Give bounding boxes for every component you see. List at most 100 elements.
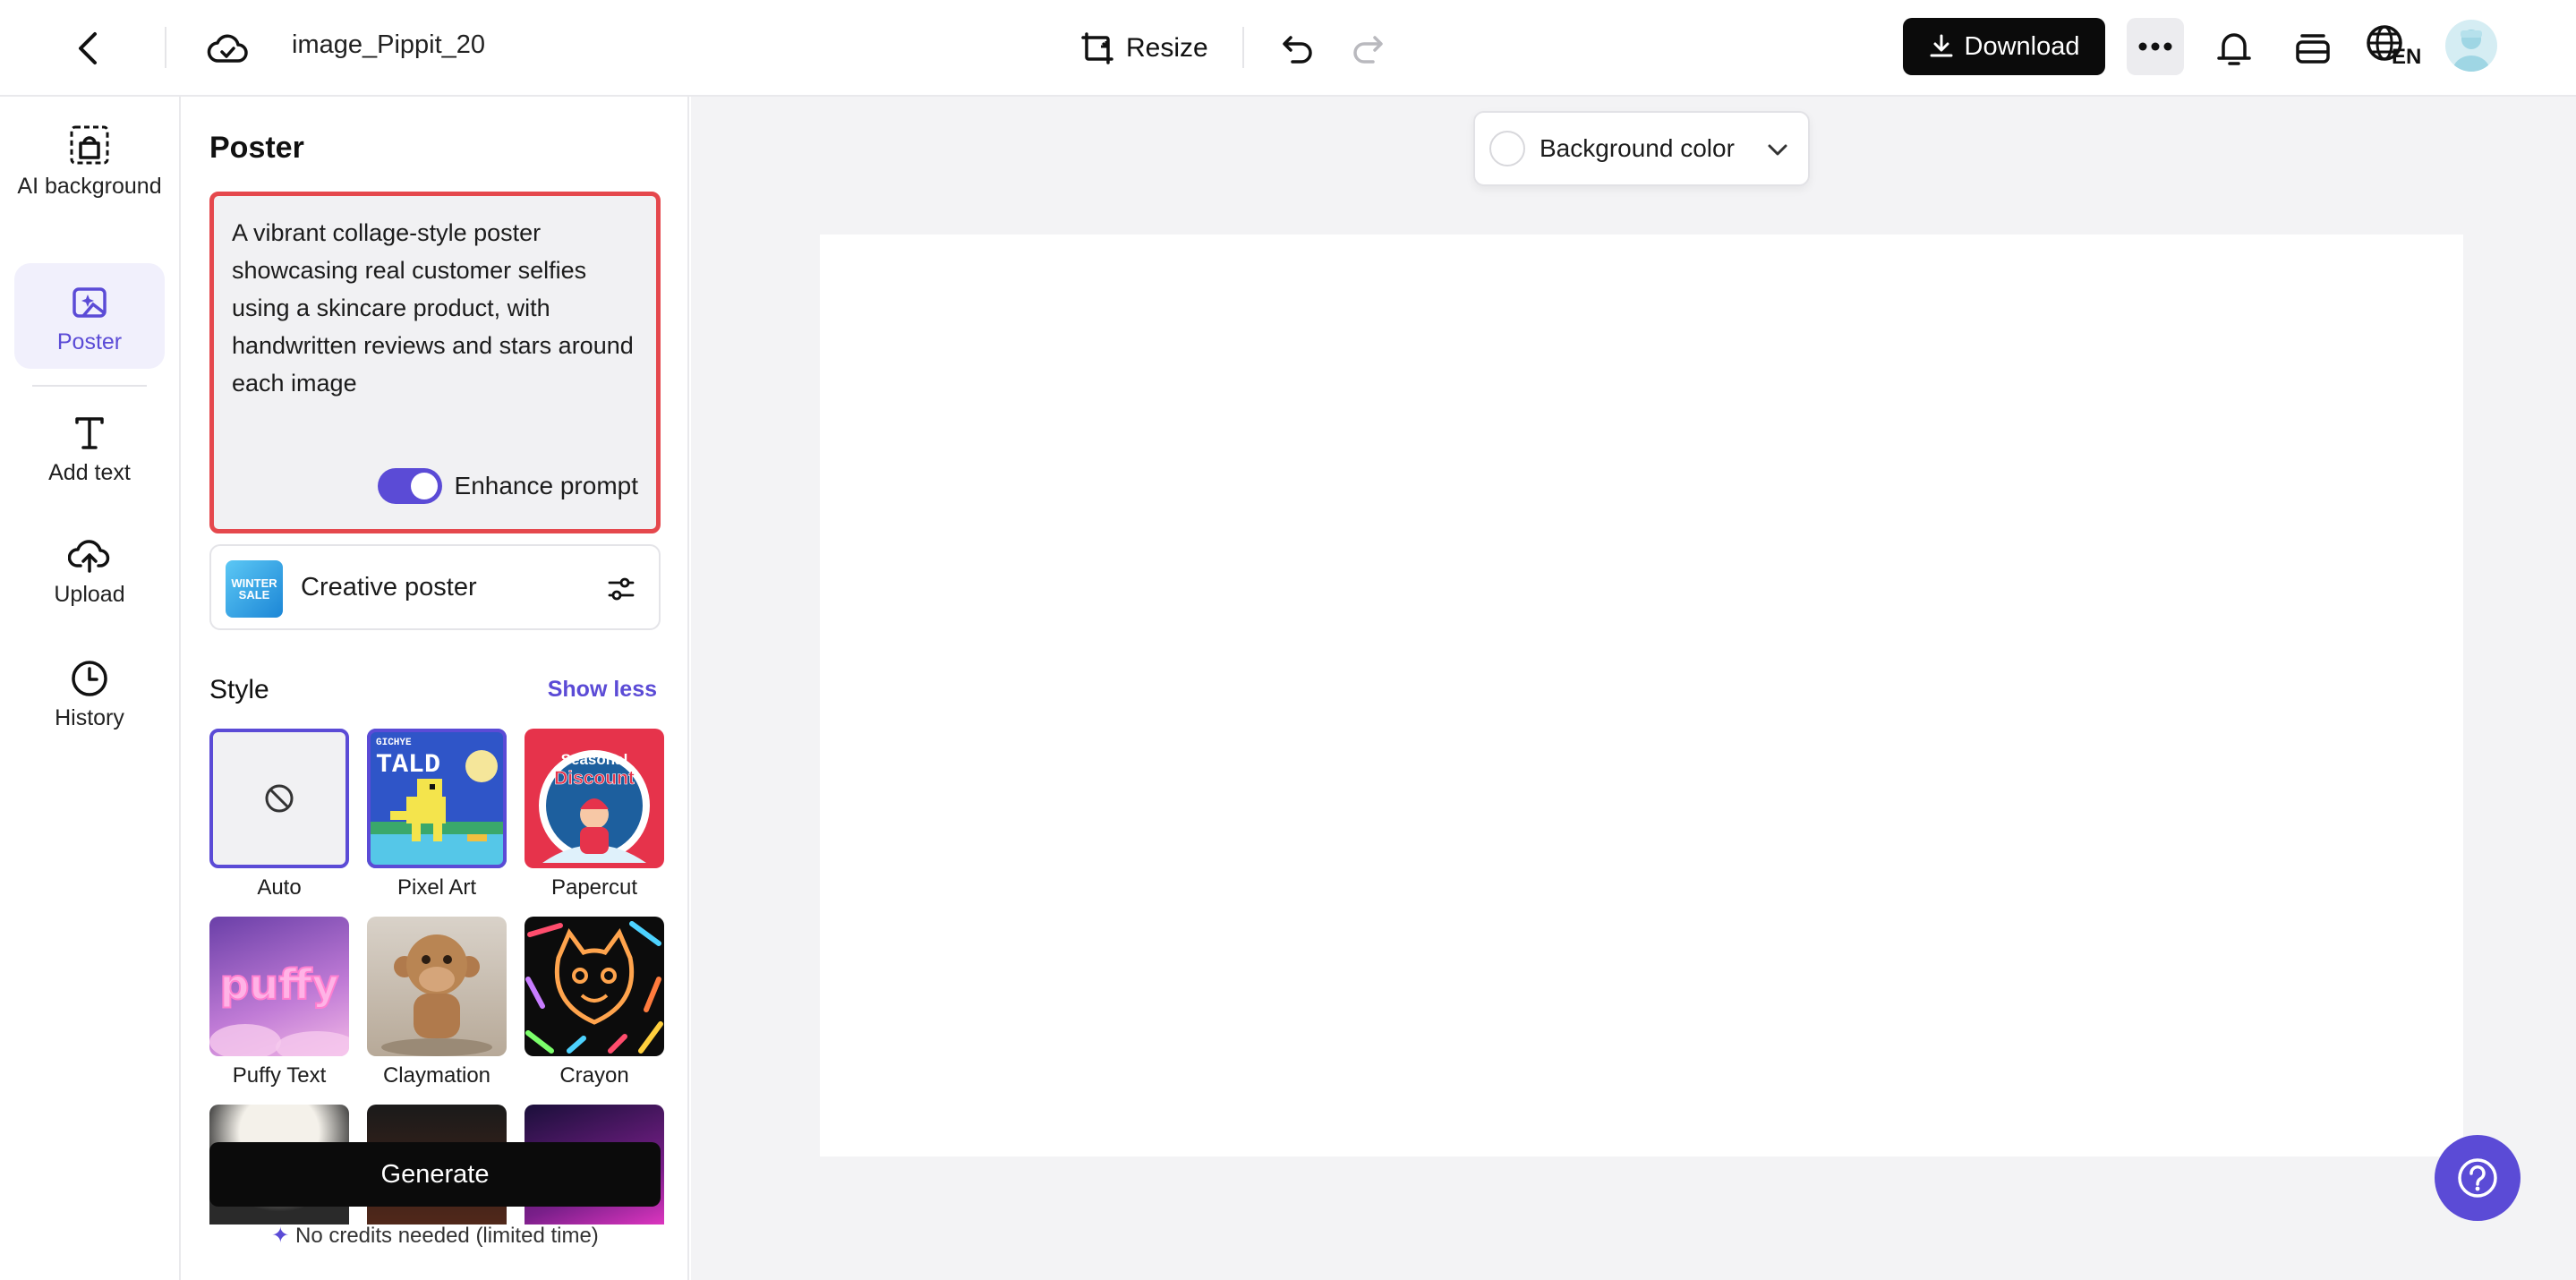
style-name: Papercut [550, 875, 638, 900]
resize-button[interactable]: Resize [1079, 23, 1208, 73]
poster-panel: Poster A vibrant collage-style poster sh… [181, 97, 689, 1280]
style-thumbnail: puffy [209, 917, 349, 1056]
chevron-left-icon [79, 32, 97, 64]
style-section-title: Style [209, 675, 269, 704]
user-avatar-icon [2452, 30, 2490, 72]
enhance-prompt-toggle[interactable] [377, 468, 442, 504]
pixel-dinosaur-image: TALD GICHYE [367, 738, 507, 868]
rail-item-add-text[interactable]: Add text [14, 414, 165, 499]
style-thumbnail [209, 729, 349, 868]
panel-title: Poster [209, 131, 304, 165]
more-horizontal-icon [2138, 42, 2172, 51]
style-thumbnail [367, 917, 507, 1056]
credits-note-text: No credits needed (limited time) [294, 1224, 599, 1248]
layers-stack-icon [2296, 34, 2330, 64]
redo-icon [1353, 36, 1383, 64]
rail-item-ai-background[interactable]: AI background [14, 124, 165, 231]
color-swatch [1489, 131, 1525, 166]
rail-item-history[interactable]: History [14, 659, 165, 745]
credits-note: ✦ No credits needed (limited time) [209, 1223, 661, 1249]
papercut-image: Seasonal Discount [539, 750, 650, 863]
divider [1242, 27, 1244, 68]
generate-button[interactable]: Generate [209, 1142, 661, 1207]
crayon-cat-image [525, 921, 663, 1054]
download-icon [1930, 34, 1952, 57]
rail-item-label: AI background [17, 174, 162, 199]
ai-background-icon [70, 125, 109, 165]
style-option-papercut[interactable]: Seasonal Discount Papercut [525, 729, 664, 900]
no-style-icon [265, 784, 294, 813]
toggle-knob [410, 473, 438, 499]
papercut-line-1: Seasonal [561, 751, 628, 768]
undo-icon [1283, 36, 1312, 64]
rail-item-label: History [55, 705, 124, 730]
enhance-prompt-control[interactable]: Enhance prompt [377, 468, 638, 504]
clay-figure-image [381, 934, 492, 1056]
poster-settings-button[interactable] [603, 571, 639, 607]
style-option-pixel-art[interactable]: TALD GICHYE Pixel Art [367, 729, 507, 900]
language-button[interactable]: EN [2365, 20, 2427, 77]
resize-label: Resize [1126, 33, 1208, 63]
show-less-link[interactable]: Show less [548, 677, 657, 703]
help-button[interactable] [2435, 1135, 2521, 1221]
rail-item-label: Add text [48, 460, 131, 485]
tool-rail: AI background Poster Add text Upload His… [0, 97, 181, 1280]
style-thumbnail: Seasonal Discount [525, 729, 664, 868]
undo-button[interactable] [1273, 23, 1323, 73]
sparkle-icon: ✦ [271, 1224, 290, 1248]
pixel-art-title: TALD [376, 750, 440, 781]
back-button[interactable] [64, 25, 111, 72]
thumbnail-text: WINTER SALE [231, 576, 277, 602]
cloud-sync-button[interactable] [202, 25, 252, 72]
bell-icon [2217, 33, 2251, 65]
rail-item-upload[interactable]: Upload [14, 535, 165, 621]
sliders-icon [608, 577, 635, 601]
background-color-label: Background color [1540, 134, 1735, 162]
workspace-button[interactable] [2286, 21, 2340, 75]
style-name: Crayon [559, 1063, 629, 1088]
chevron-down-icon [1768, 144, 1787, 156]
style-name: Claymation [382, 1063, 491, 1088]
cloud-check-icon [207, 34, 248, 63]
style-name: Auto [257, 875, 302, 900]
redo-button[interactable] [1343, 23, 1393, 73]
upload-cloud-icon [68, 540, 110, 573]
artboard[interactable] [820, 235, 2463, 1156]
style-thumbnail: TALD GICHYE [367, 729, 507, 868]
rail-divider [32, 385, 147, 387]
rail-item-label: Upload [54, 582, 125, 607]
style-option-puffy-text[interactable]: puffy Puffy Text [209, 917, 349, 1088]
style-option-crayon[interactable]: Crayon [525, 917, 664, 1088]
poster-type-selector[interactable]: WINTER SALE Creative poster [209, 544, 661, 630]
document-title[interactable]: image_Pippit_20 [292, 30, 485, 60]
style-option-auto[interactable]: Auto [209, 729, 349, 900]
poster-type-label: Creative poster [301, 573, 477, 602]
rail-item-poster[interactable]: Poster [14, 263, 165, 369]
top-bar: image_Pippit_20 Resize Download EN [0, 0, 2576, 97]
language-code: EN [2392, 45, 2422, 69]
question-mark-icon [2458, 1158, 2497, 1198]
enhance-prompt-label: Enhance prompt [454, 472, 638, 499]
avatar[interactable] [2445, 20, 2497, 72]
background-color-dropdown[interactable]: Background color [1473, 111, 1810, 186]
puffy-word: puffy [220, 960, 339, 1009]
papercut-line-2: Discount [554, 768, 635, 789]
notifications-button[interactable] [2207, 21, 2261, 75]
download-label: Download [1964, 31, 2080, 61]
divider [165, 27, 166, 68]
download-button[interactable]: Download [1903, 18, 2105, 75]
resize-icon [1081, 32, 1113, 64]
prompt-text[interactable]: A vibrant collage-style poster showcasin… [232, 214, 645, 402]
poster-type-thumbnail: WINTER SALE [226, 560, 283, 618]
pixel-art-subtitle: GICHYE [376, 738, 412, 748]
prompt-input[interactable]: A vibrant collage-style poster showcasin… [209, 192, 661, 533]
text-icon [75, 417, 104, 449]
style-name: Puffy Text [232, 1063, 327, 1088]
style-option-claymation[interactable]: Claymation [367, 917, 507, 1088]
more-options-button[interactable] [2127, 18, 2184, 75]
rail-item-label: Poster [56, 329, 123, 354]
style-thumbnail [525, 917, 664, 1056]
puffy-text-image: puffy [209, 960, 349, 1056]
clock-icon [72, 661, 107, 696]
poster-icon [73, 287, 107, 318]
